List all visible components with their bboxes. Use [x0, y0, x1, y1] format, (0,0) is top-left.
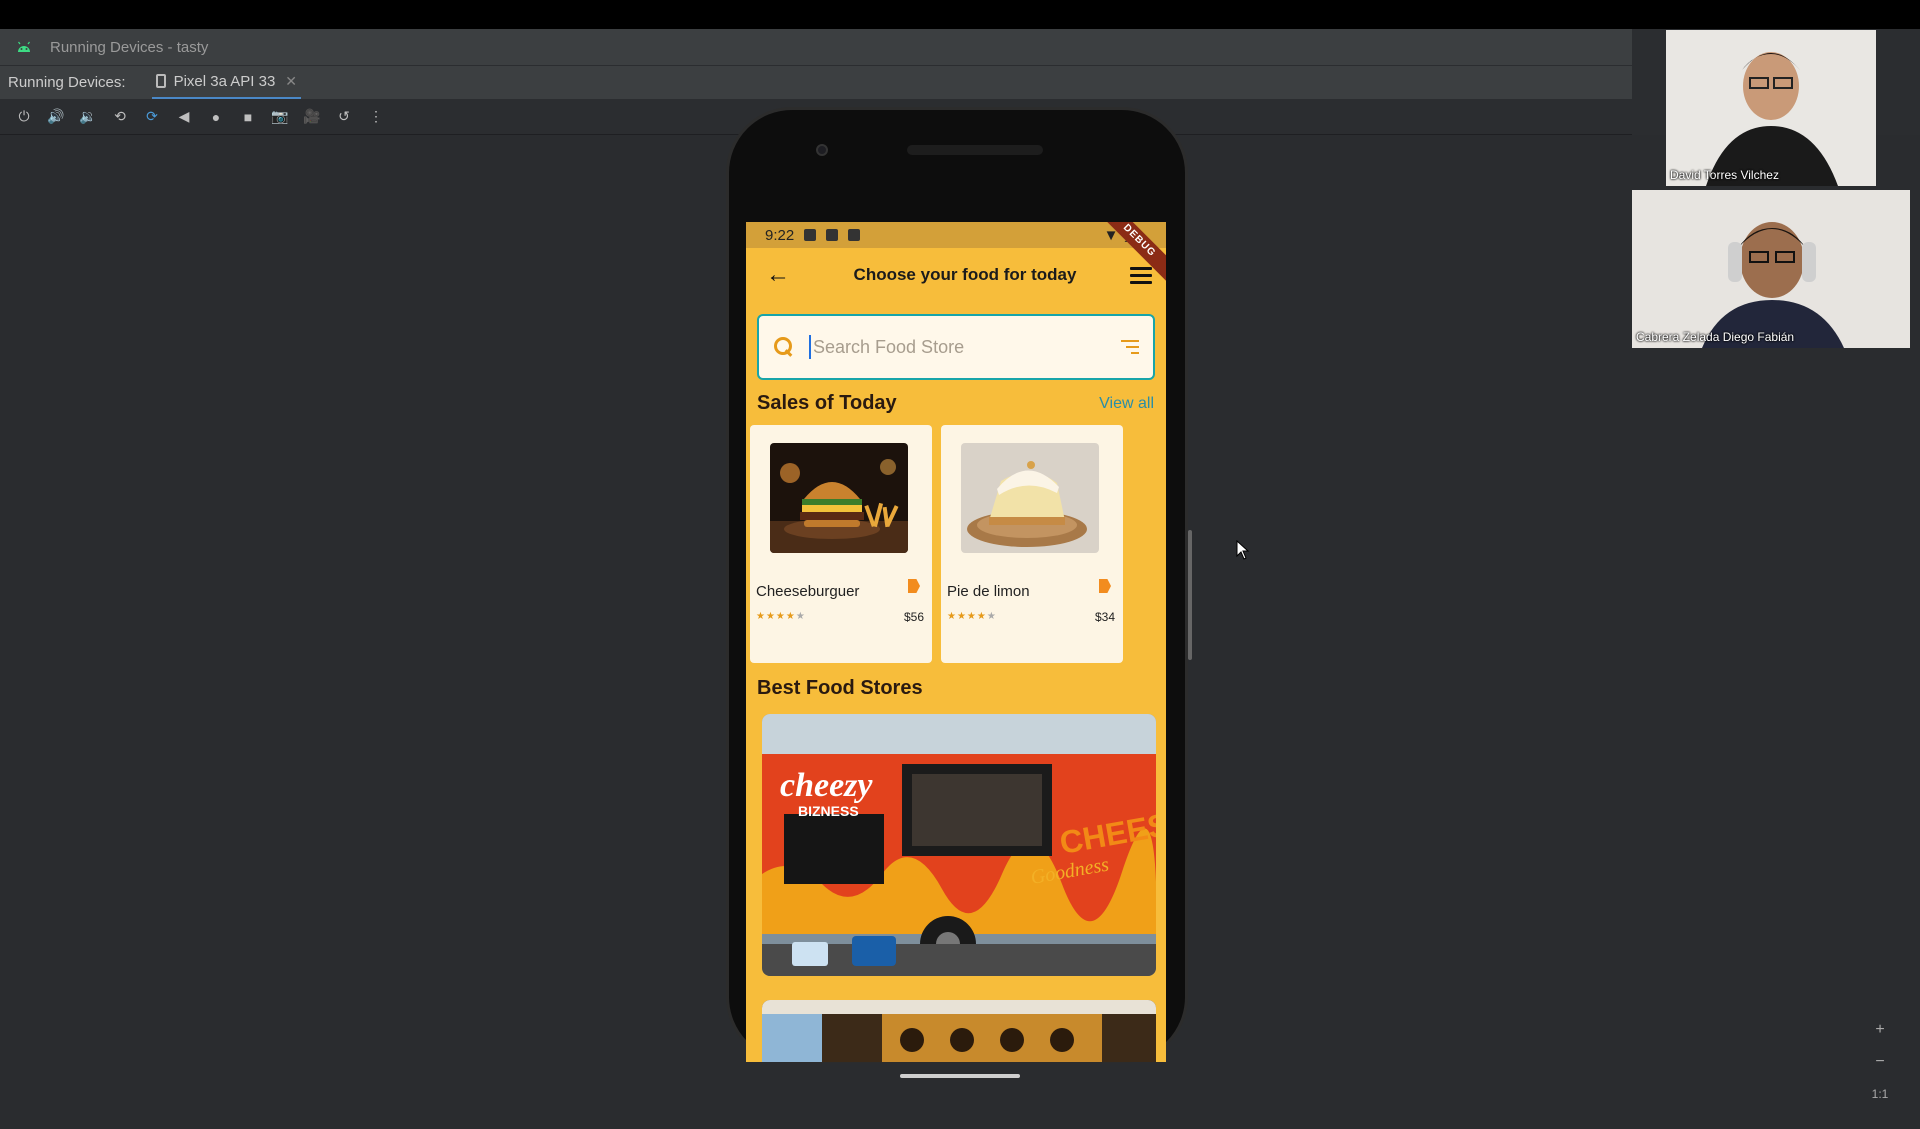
- tab-label: Pixel 3a API 33: [173, 72, 276, 90]
- restaurant-image: [762, 1000, 1156, 1062]
- video-tile[interactable]: Cabrera Zelada Diego Fabián: [1632, 190, 1910, 348]
- tag-icon: [1099, 579, 1111, 593]
- menu-icon[interactable]: [1130, 266, 1152, 284]
- rotate-left-icon[interactable]: ⟲: [104, 103, 136, 131]
- store-card[interactable]: cheezy BIZNESS CHEESE Goodness: [762, 714, 1156, 976]
- participant-video: [1666, 30, 1876, 186]
- zoom-in-button[interactable]: +: [1866, 1014, 1894, 1046]
- close-icon[interactable]: ✕: [285, 73, 297, 90]
- volume-down-icon[interactable]: 🔉: [72, 103, 104, 131]
- view-all-link[interactable]: View all: [1099, 395, 1154, 413]
- product-card[interactable]: Cheeseburguer ★★★★★ $56: [750, 425, 932, 663]
- participant-name: Cabrera Zelada Diego Fabián: [1636, 330, 1795, 344]
- mouse-cursor-icon: [1236, 540, 1250, 560]
- home-icon[interactable]: ●: [200, 103, 232, 131]
- tag-icon: [908, 579, 920, 593]
- stores-header: Best Food Stores: [746, 677, 1166, 700]
- tab-bar: Running Devices: Pixel 3a API 33 ✕: [0, 65, 1632, 100]
- search-icon: [773, 336, 795, 358]
- store-card[interactable]: [762, 1000, 1156, 1062]
- zoom-actual-size-button[interactable]: 1:1: [1866, 1078, 1894, 1110]
- home-indicator[interactable]: [900, 1074, 1020, 1080]
- volume-up-icon[interactable]: 🔊: [40, 103, 72, 131]
- settings-status-icon: [804, 229, 817, 241]
- product-name: Cheeseburguer: [756, 583, 860, 600]
- screenshot-icon[interactable]: 📷: [264, 103, 296, 131]
- tab-pixel-3a[interactable]: Pixel 3a API 33 ✕: [151, 66, 302, 100]
- product-name: Pie de limon: [947, 583, 1030, 600]
- overview-icon[interactable]: ■: [232, 103, 264, 131]
- participant-name: David Torres Vilchez: [1670, 168, 1779, 182]
- status-time: 9:22: [765, 226, 795, 244]
- lemon-pie-image: [961, 443, 1099, 553]
- title-bar: Running Devices - tasty: [0, 29, 1632, 65]
- reset-icon[interactable]: ↺: [328, 103, 360, 131]
- rotate-right-icon[interactable]: ⟳: [136, 103, 168, 131]
- sales-heading: Sales of Today: [757, 392, 897, 414]
- product-price: $56: [903, 610, 924, 624]
- page-title: Choose your food for today: [853, 265, 1077, 284]
- window-title: Running Devices - tasty: [50, 38, 209, 56]
- text-caret: [809, 335, 811, 359]
- camera-icon: [816, 144, 828, 156]
- speaker-grille: [907, 145, 1043, 155]
- zoom-out-button[interactable]: −: [1866, 1046, 1894, 1078]
- stores-heading: Best Food Stores: [757, 677, 923, 699]
- search-field[interactable]: Search Food Store: [757, 314, 1155, 380]
- sales-header: Sales of Today View all: [746, 392, 1166, 415]
- zoom-controls: + − 1:1: [1866, 1014, 1894, 1110]
- product-price: $34: [1094, 610, 1115, 624]
- video-tile[interactable]: David Torres Vilchez: [1666, 30, 1876, 186]
- device-icon: [155, 74, 166, 88]
- sales-list: Cheeseburguer ★★★★★ $56 Pie de limon ★★★…: [746, 425, 1166, 663]
- more-icon[interactable]: ⋮: [360, 103, 392, 131]
- sdcard-status-icon: [848, 229, 861, 241]
- play-status-icon: [826, 229, 839, 241]
- record-icon[interactable]: 🎥: [296, 103, 328, 131]
- android-icon: [18, 41, 30, 52]
- power-icon[interactable]: ⏻: [8, 103, 40, 131]
- cheeseburger-image: [770, 443, 908, 553]
- filter-icon[interactable]: [1121, 340, 1139, 354]
- participant-video: [1632, 190, 1910, 348]
- back-arrow-icon[interactable]: ←: [766, 261, 806, 289]
- food-truck-image: cheezy BIZNESS CHEESE Goodness: [762, 714, 1156, 976]
- search-placeholder: Search Food Store: [813, 336, 965, 357]
- side-button[interactable]: [1188, 530, 1192, 660]
- product-card[interactable]: Pie de limon ★★★★★ $34: [941, 425, 1123, 663]
- status-bar: 9:22 ▼ ◢: [746, 222, 1166, 248]
- phone-screen: 9:22 ▼ ◢ DEBUG ← Choose your food for to…: [746, 222, 1166, 1062]
- rating-stars: ★★★★★: [756, 611, 806, 622]
- back-icon[interactable]: ◀: [168, 103, 200, 131]
- tabbar-label: Running Devices:: [8, 74, 126, 91]
- truck-sign-sub: BIZNESS: [798, 803, 859, 819]
- truck-sign: cheezy: [780, 767, 873, 804]
- app-bar: ← Choose your food for today: [746, 248, 1166, 302]
- rating-stars: ★★★★★: [947, 611, 997, 622]
